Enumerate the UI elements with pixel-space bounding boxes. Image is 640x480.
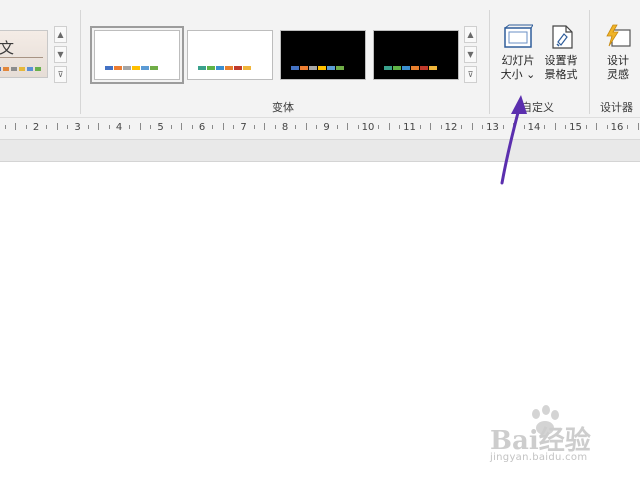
watermark-url: jingyan.baidu.com: [490, 452, 588, 463]
baidu-watermark: Bai经验 jingyan.baidu.com: [484, 405, 624, 470]
